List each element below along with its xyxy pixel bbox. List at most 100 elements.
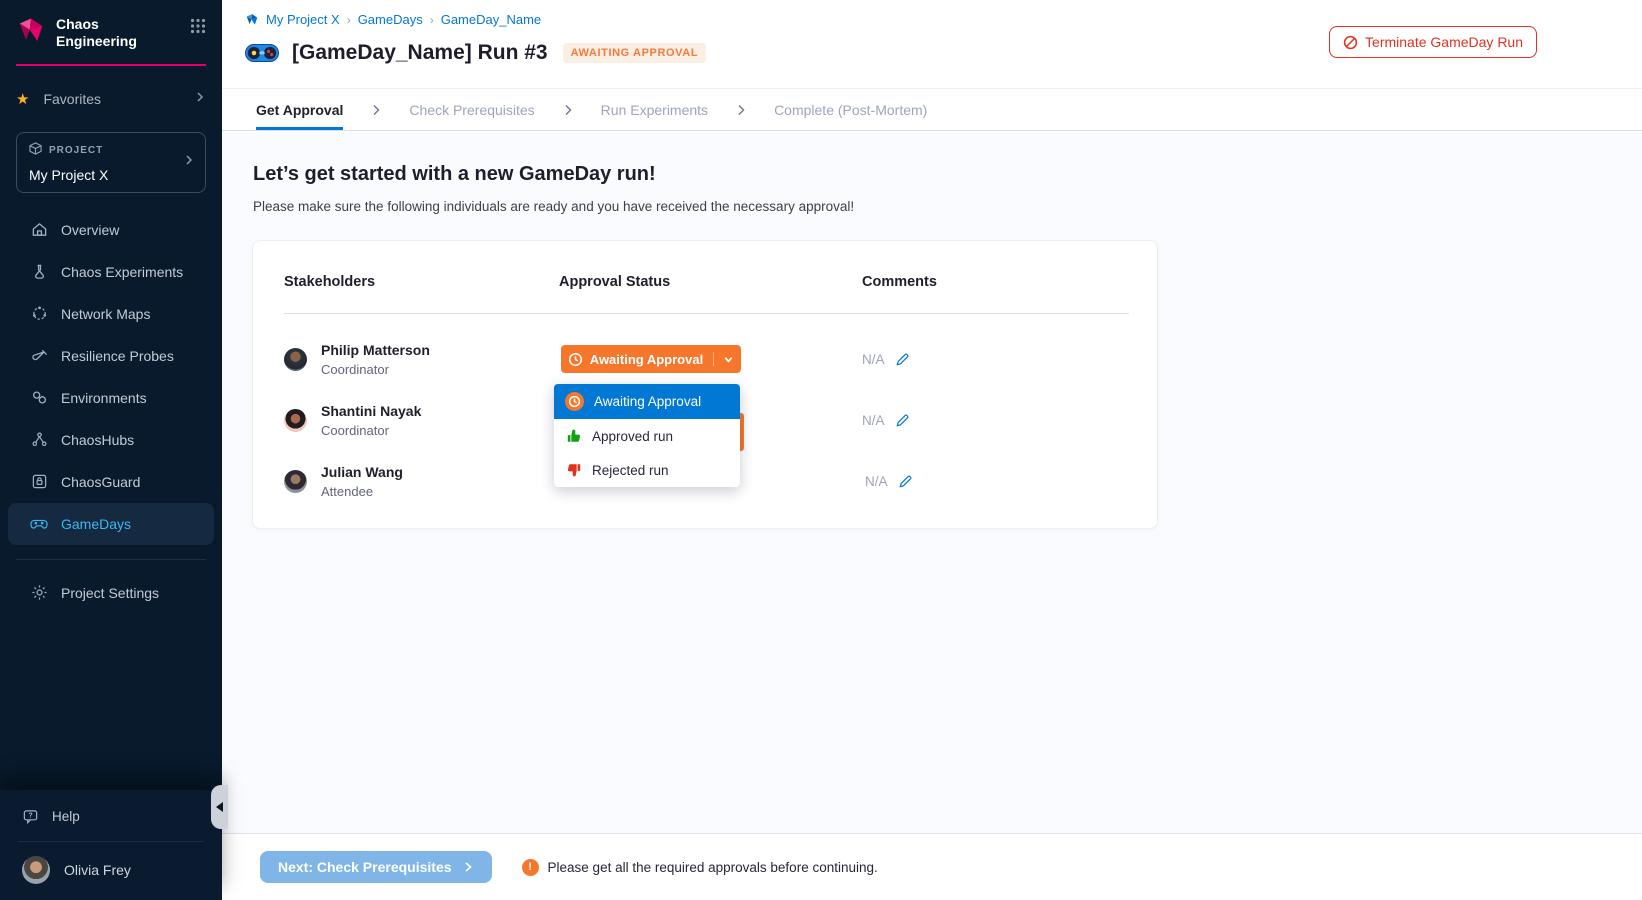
footer-bar: Next: Check Prerequisites ! Please get a… bbox=[222, 833, 1642, 900]
breadcrumb: My Project X › GameDays › GameDay_Name bbox=[245, 12, 541, 27]
approval-status-dropdown-button[interactable]: Awaiting Approval bbox=[561, 345, 741, 373]
sidebar-item-label: Overview bbox=[61, 222, 119, 238]
next-check-prerequisites-button[interactable]: Next: Check Prerequisites bbox=[260, 851, 492, 883]
avatar bbox=[22, 856, 50, 884]
help-label: Help bbox=[52, 809, 80, 824]
breadcrumb-item-gamedays[interactable]: GameDays bbox=[358, 12, 423, 27]
breadcrumb-separator: › bbox=[347, 13, 351, 27]
sidebar-item-environments[interactable]: Environments bbox=[0, 377, 222, 419]
column-header-comments: Comments bbox=[862, 274, 937, 290]
sidebar-item-label: Chaos Experiments bbox=[61, 264, 183, 280]
sidebar: Chaos Engineering ★ Favorites PROJECT bbox=[0, 0, 222, 900]
stakeholder-role: Attendee bbox=[321, 484, 403, 499]
content-subheading: Please make sure the following individua… bbox=[253, 199, 1642, 214]
content-heading: Let’s get started with a new GameDay run… bbox=[253, 163, 1642, 186]
project-selector[interactable]: PROJECT My Project X bbox=[16, 132, 206, 193]
menu-item-label: Approved run bbox=[592, 429, 673, 444]
svg-text:?: ? bbox=[28, 812, 32, 820]
hidden-status-button-edge bbox=[740, 413, 744, 451]
edit-pencil-icon[interactable] bbox=[898, 474, 913, 489]
stakeholder-role: Coordinator bbox=[321, 362, 430, 377]
approval-status-menu: Awaiting Approval Approved run Rejected … bbox=[554, 384, 740, 487]
button-divider bbox=[713, 352, 714, 366]
avatar bbox=[284, 470, 307, 493]
status-label: Awaiting Approval bbox=[590, 352, 703, 367]
terminate-gameday-button[interactable]: Terminate GameDay Run bbox=[1329, 26, 1537, 58]
comment-value: N/A bbox=[862, 352, 885, 367]
tab-run-experiments[interactable]: Run Experiments bbox=[601, 89, 708, 130]
column-header-stakeholders: Stakeholders bbox=[284, 274, 375, 290]
cube-icon bbox=[29, 142, 42, 160]
app-name: Chaos Engineering bbox=[56, 16, 137, 50]
clock-icon bbox=[568, 352, 583, 367]
sidebar-item-label: GameDays bbox=[61, 516, 131, 532]
page-title: [GameDay_Name] Run #3 bbox=[292, 41, 548, 65]
favorites-label: Favorites bbox=[43, 91, 101, 107]
sidebar-item-label: Project Settings bbox=[61, 585, 159, 601]
help-button[interactable]: ? Help bbox=[0, 790, 222, 841]
chevron-right-icon bbox=[734, 103, 748, 117]
gamepad-color-icon bbox=[245, 42, 279, 64]
lock-icon bbox=[30, 473, 48, 491]
breadcrumb-item-gameday-name[interactable]: GameDay_Name bbox=[441, 12, 541, 27]
sidebar-divider bbox=[16, 559, 206, 560]
sidebar-item-chaosguard[interactable]: ChaosGuard bbox=[0, 461, 222, 503]
thumbs-up-icon bbox=[565, 428, 582, 444]
sidebar-item-gamedays[interactable]: GameDays bbox=[8, 503, 214, 545]
edit-pencil-icon[interactable] bbox=[895, 413, 910, 428]
next-button-label: Next: Check Prerequisites bbox=[278, 859, 452, 875]
sidebar-item-resilience-probes[interactable]: Resilience Probes bbox=[0, 335, 222, 377]
menu-item-awaiting-approval[interactable]: Awaiting Approval bbox=[554, 384, 740, 419]
star-icon: ★ bbox=[16, 90, 29, 108]
flask-icon bbox=[30, 263, 48, 281]
tab-complete-post-mortem[interactable]: Complete (Post-Mortem) bbox=[774, 89, 927, 130]
breadcrumb-logo-icon bbox=[245, 13, 259, 27]
menu-item-rejected-run[interactable]: Rejected run bbox=[554, 453, 740, 487]
collapse-arrow-icon bbox=[216, 802, 223, 812]
sidebar-item-chaoshubs[interactable]: ChaosHubs bbox=[0, 419, 222, 461]
menu-item-approved-run[interactable]: Approved run bbox=[554, 419, 740, 453]
clock-icon bbox=[565, 392, 584, 411]
sidebar-item-chaos-experiments[interactable]: Chaos Experiments bbox=[0, 251, 222, 293]
avatar bbox=[284, 409, 307, 432]
stakeholders-card: Stakeholders Approval Status Comments Ph… bbox=[252, 240, 1158, 529]
user-profile[interactable]: Olivia Frey bbox=[0, 842, 222, 890]
stakeholder-name: Philip Matterson bbox=[321, 342, 430, 358]
stakeholder-role: Coordinator bbox=[321, 423, 421, 438]
chevron-right-icon bbox=[194, 90, 206, 108]
stakeholder-name: Julian Wang bbox=[321, 464, 403, 480]
hub-network-icon bbox=[30, 431, 48, 449]
edit-pencil-icon[interactable] bbox=[895, 352, 910, 367]
sidebar-item-project-settings[interactable]: Project Settings bbox=[0, 574, 222, 612]
status-badge: AWAITING APPROVAL bbox=[563, 43, 707, 63]
chevron-right-icon bbox=[561, 103, 575, 117]
app-name-line2: Engineering bbox=[56, 33, 137, 50]
column-header-approval-status: Approval Status bbox=[559, 274, 670, 290]
chevron-right-icon bbox=[183, 153, 195, 171]
breadcrumb-item-project[interactable]: My Project X bbox=[266, 12, 340, 27]
sidebar-collapse-handle[interactable] bbox=[211, 785, 228, 829]
stakeholder-cell: Philip Matterson Coordinator bbox=[284, 337, 430, 381]
apps-grid-icon[interactable] bbox=[190, 18, 206, 39]
comment-cell: N/A bbox=[862, 337, 910, 381]
run-stepper: Get Approval Check Prerequisites Run Exp… bbox=[222, 88, 1642, 131]
sidebar-favorites[interactable]: ★ Favorites bbox=[16, 90, 206, 108]
main-content: Let’s get started with a new GameDay run… bbox=[222, 132, 1642, 833]
gear-icon bbox=[30, 584, 48, 602]
page-header: My Project X › GameDays › GameDay_Name [… bbox=[222, 0, 1642, 88]
tab-get-approval[interactable]: Get Approval bbox=[256, 89, 343, 130]
status-cell: Awaiting Approval bbox=[561, 345, 741, 373]
chaos-engineering-logo-icon bbox=[16, 16, 46, 46]
tab-check-prerequisites[interactable]: Check Prerequisites bbox=[409, 89, 534, 130]
terminate-icon bbox=[1343, 35, 1358, 50]
sidebar-item-overview[interactable]: Overview bbox=[0, 209, 222, 251]
project-label: PROJECT bbox=[49, 145, 103, 156]
table-row: Philip Matterson Coordinator Awaiting Ap… bbox=[253, 337, 1157, 381]
user-name: Olivia Frey bbox=[64, 862, 131, 878]
comment-cell: N/A bbox=[865, 459, 913, 503]
sidebar-header: Chaos Engineering bbox=[0, 0, 222, 50]
sidebar-item-network-maps[interactable]: Network Maps bbox=[0, 293, 222, 335]
chevron-right-icon bbox=[462, 861, 474, 873]
chevron-down-icon bbox=[723, 354, 734, 365]
avatar bbox=[284, 348, 307, 371]
